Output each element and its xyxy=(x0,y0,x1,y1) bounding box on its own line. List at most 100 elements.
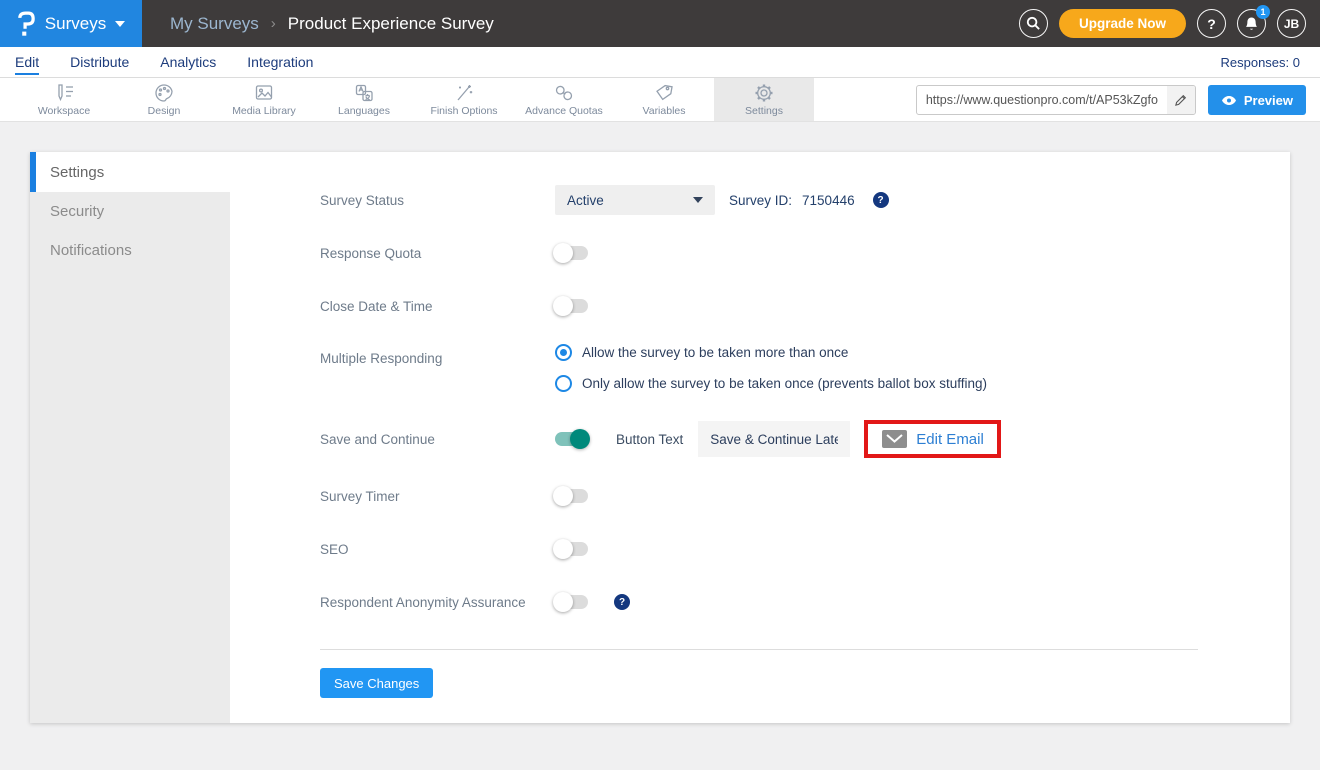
toolbar-item-languages[interactable]: Languages xyxy=(314,78,414,121)
sidebar-item-settings[interactable]: Settings xyxy=(30,152,230,192)
toolbar-right: Preview xyxy=(916,85,1306,115)
envelope-icon xyxy=(882,430,907,448)
field-label: Close Date & Time xyxy=(320,299,555,314)
chain-link-icon xyxy=(553,83,575,103)
help-icon[interactable]: ? xyxy=(614,594,630,610)
breadcrumb-separator: › xyxy=(271,15,276,32)
survey-status-select[interactable]: Active xyxy=(555,185,715,215)
survey-id-value: 7150446 xyxy=(802,193,855,208)
save-changes-button[interactable]: Save Changes xyxy=(320,668,433,698)
radio-option-multiple[interactable]: Allow the survey to be taken more than o… xyxy=(555,344,987,361)
workspace-icon xyxy=(53,83,75,103)
responses-count: Responses: 0 xyxy=(1221,55,1301,70)
row-response-quota: Response Quota xyxy=(320,238,1290,268)
edit-email-highlight[interactable]: Edit Email xyxy=(864,420,1001,458)
respondent-anonymity-toggle[interactable] xyxy=(555,595,588,609)
toolbar-item-variables[interactable]: Variables xyxy=(614,78,714,121)
toggle-knob xyxy=(570,429,590,449)
toolbar-item-label: Advance Quotas xyxy=(525,105,603,117)
topbar-actions: Upgrade Now ? 1 JB xyxy=(1019,0,1306,47)
row-seo: SEO xyxy=(320,534,1290,564)
seo-toggle[interactable] xyxy=(555,542,588,556)
image-icon xyxy=(253,83,275,103)
toolbar-item-advance-quotas[interactable]: Advance Quotas xyxy=(514,78,614,121)
toggle-knob xyxy=(553,243,573,263)
breadcrumb: My Surveys › Product Experience Survey xyxy=(170,14,494,34)
edit-email-link[interactable]: Edit Email xyxy=(916,431,984,448)
tab-edit[interactable]: Edit xyxy=(15,49,39,75)
gear-icon xyxy=(753,83,775,103)
toolbar-item-media-library[interactable]: Media Library xyxy=(214,78,314,121)
toolbar-item-label: Settings xyxy=(745,105,783,117)
radio-label: Only allow the survey to be taken once (… xyxy=(582,376,987,391)
breadcrumb-parent-link[interactable]: My Surveys xyxy=(170,14,259,34)
survey-status-value: Active xyxy=(567,193,604,208)
product-name: Surveys xyxy=(45,14,106,34)
toolbar-item-settings[interactable]: Settings xyxy=(714,78,814,121)
toolbar-item-label: Workspace xyxy=(38,105,90,117)
response-quota-toggle[interactable] xyxy=(555,246,588,260)
sidebar-item-label: Security xyxy=(50,203,104,220)
chevron-down-icon xyxy=(693,197,703,203)
eye-icon xyxy=(1221,95,1237,106)
avatar[interactable]: JB xyxy=(1277,9,1306,38)
form-divider xyxy=(320,649,1198,650)
settings-form: Survey Status Active Survey ID: 7150446 … xyxy=(230,152,1290,723)
field-label: Response Quota xyxy=(320,246,555,261)
tab-integration[interactable]: Integration xyxy=(247,49,313,75)
field-label: Save and Continue xyxy=(320,432,555,447)
sidebar-item-notifications[interactable]: Notifications xyxy=(30,231,230,270)
row-close-date: Close Date & Time xyxy=(320,291,1290,321)
toolbar-item-label: Media Library xyxy=(232,105,296,117)
search-icon xyxy=(1026,16,1041,31)
edit-url-button[interactable] xyxy=(1167,86,1195,114)
radio-label: Allow the survey to be taken more than o… xyxy=(582,345,848,360)
toolbar-item-label: Languages xyxy=(338,105,390,117)
page-title: Product Experience Survey xyxy=(288,14,494,34)
search-button[interactable] xyxy=(1019,9,1048,38)
multiple-responding-options: Allow the survey to be taken more than o… xyxy=(555,344,987,392)
toolbar-item-label: Finish Options xyxy=(430,105,497,117)
row-save-and-continue: Save and Continue Button Text Edit Email xyxy=(320,420,1290,458)
pencil-icon xyxy=(1174,94,1187,107)
notifications-button[interactable]: 1 xyxy=(1237,9,1266,38)
toggle-knob xyxy=(553,539,573,559)
survey-timer-toggle[interactable] xyxy=(555,489,588,503)
toggle-knob xyxy=(553,296,573,316)
help-icon[interactable]: ? xyxy=(873,192,889,208)
avatar-initials: JB xyxy=(1284,17,1299,31)
toggle-knob xyxy=(553,486,573,506)
survey-url-input[interactable] xyxy=(917,93,1167,107)
save-and-continue-toggle[interactable] xyxy=(555,432,588,446)
toolbar-item-label: Variables xyxy=(643,105,686,117)
toolbar-item-workspace[interactable]: Workspace xyxy=(14,78,114,121)
palette-icon xyxy=(153,83,175,103)
row-respondent-anonymity: Respondent Anonymity Assurance ? xyxy=(320,587,1290,617)
field-label: Respondent Anonymity Assurance xyxy=(320,595,555,610)
tab-distribute[interactable]: Distribute xyxy=(70,49,129,75)
bell-icon xyxy=(1244,16,1259,32)
tab-analytics[interactable]: Analytics xyxy=(160,49,216,75)
radio-option-once[interactable]: Only allow the survey to be taken once (… xyxy=(555,375,987,392)
upgrade-now-button[interactable]: Upgrade Now xyxy=(1059,9,1186,38)
preview-label: Preview xyxy=(1244,93,1293,108)
toolbar-item-finish-options[interactable]: Finish Options xyxy=(414,78,514,121)
toolbar-item-design[interactable]: Design xyxy=(114,78,214,121)
row-survey-timer: Survey Timer xyxy=(320,481,1290,511)
chevron-down-icon xyxy=(115,21,125,27)
settings-sidebar: Settings Security Notifications xyxy=(30,152,230,723)
field-label: Multiple Responding xyxy=(320,344,555,366)
button-text-input[interactable] xyxy=(698,421,850,457)
field-label: Survey Status xyxy=(320,193,555,208)
row-multiple-responding: Multiple Responding Allow the survey to … xyxy=(320,344,1290,392)
top-bar: Surveys My Surveys › Product Experience … xyxy=(0,0,1320,47)
settings-card: Settings Security Notifications Survey S… xyxy=(30,152,1290,723)
product-switcher[interactable]: Surveys xyxy=(0,0,142,47)
close-date-toggle[interactable] xyxy=(555,299,588,313)
sidebar-item-label: Notifications xyxy=(50,242,132,259)
sidebar-item-security[interactable]: Security xyxy=(30,192,230,231)
field-label: SEO xyxy=(320,542,555,557)
help-button[interactable]: ? xyxy=(1197,9,1226,38)
preview-button[interactable]: Preview xyxy=(1208,85,1306,115)
button-text-label: Button Text xyxy=(616,432,683,447)
